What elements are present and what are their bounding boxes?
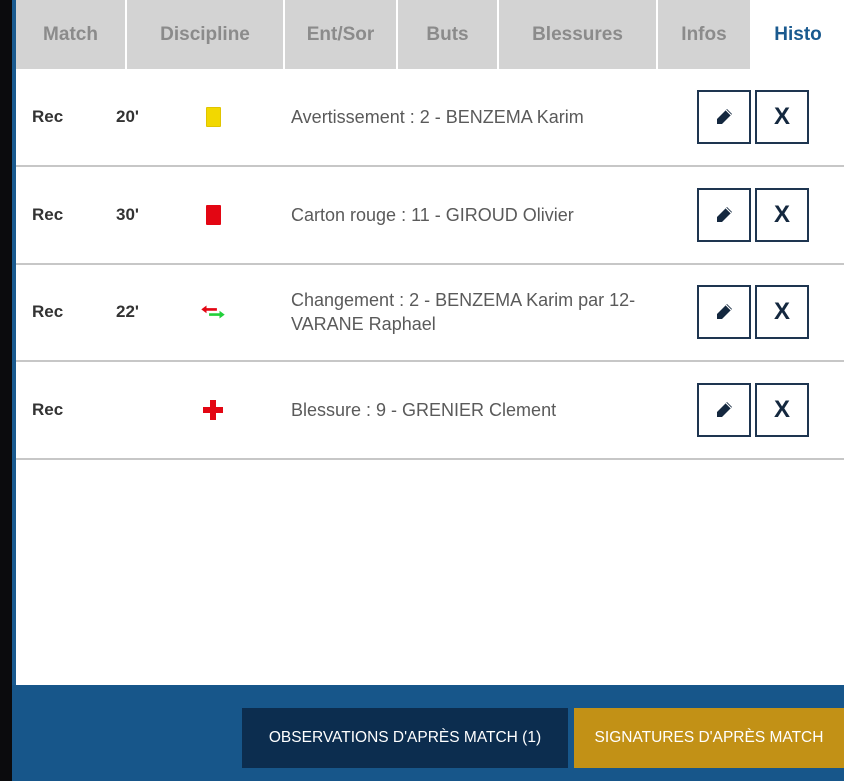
tab-infos[interactable]: Infos [658,0,752,69]
tab-blessures[interactable]: Blessures [499,0,658,69]
event-minute: 30' [116,204,139,224]
event-minute: 20' [116,106,139,126]
tab-discipline[interactable]: Discipline [127,0,285,69]
event-description: Avertissement : 2 - BENZEMA Karim [291,106,584,127]
event-row: Rec Blessure : 9 - GRENIER Clement X [16,362,844,460]
event-list: Rec 20' Avertissement : 2 - BENZEMA Kari… [16,69,844,460]
delete-event-button[interactable]: X [755,89,809,144]
post-match-signatures-button[interactable]: SIGNATURES D'APRÈS MATCH [574,708,844,768]
pencil-icon [717,108,732,124]
event-minute: 22' [116,302,139,322]
delete-event-button[interactable]: X [755,187,809,242]
event-description: Carton rouge : 11 - GIROUD Olivier [291,204,574,225]
substitution-arrows-icon [200,299,226,325]
tab-match[interactable]: Match [16,0,127,69]
edit-event-button[interactable] [697,187,751,242]
event-description: Blessure : 9 - GRENIER Clement [291,400,557,421]
edit-event-button[interactable] [697,285,751,340]
event-description: Changement : 2 - BENZEMA Karim par 12-VA… [291,290,636,335]
delete-event-button[interactable]: X [755,383,809,438]
event-team: Rec [32,400,64,420]
yellow-card-icon [200,104,226,130]
tab-ent-sor[interactable]: Ent/Sor [285,0,398,69]
injury-cross-icon [200,397,226,423]
event-row: Rec 30' Carton rouge : 11 - GIROUD Olivi… [16,166,844,265]
tab-histo[interactable]: Histo [752,0,844,69]
footer-bar: OBSERVATIONS D'APRÈS MATCH (1) SIGNATURE… [12,685,844,781]
post-match-observations-button[interactable]: OBSERVATIONS D'APRÈS MATCH (1) [242,708,568,768]
tab-bar: Match Discipline Ent/Sor Buts Blessures … [16,0,844,69]
pencil-icon [717,206,732,222]
delete-event-button[interactable]: X [755,285,809,340]
tab-buts[interactable]: Buts [398,0,499,69]
edit-event-button[interactable] [697,383,751,438]
edit-event-button[interactable] [697,89,751,144]
match-history-panel: Match Discipline Ent/Sor Buts Blessures … [16,0,844,685]
pencil-icon [717,402,732,418]
event-team: Rec [32,302,64,322]
window-frame-left [0,0,12,781]
pencil-icon [717,304,732,320]
event-team: Rec [32,204,64,224]
red-card-icon [200,202,226,228]
event-row: Rec 22' Changement : 2 - BENZEMA Karim p… [16,264,844,363]
event-team: Rec [32,106,64,126]
event-row: Rec 20' Avertissement : 2 - BENZEMA Kari… [16,69,844,167]
